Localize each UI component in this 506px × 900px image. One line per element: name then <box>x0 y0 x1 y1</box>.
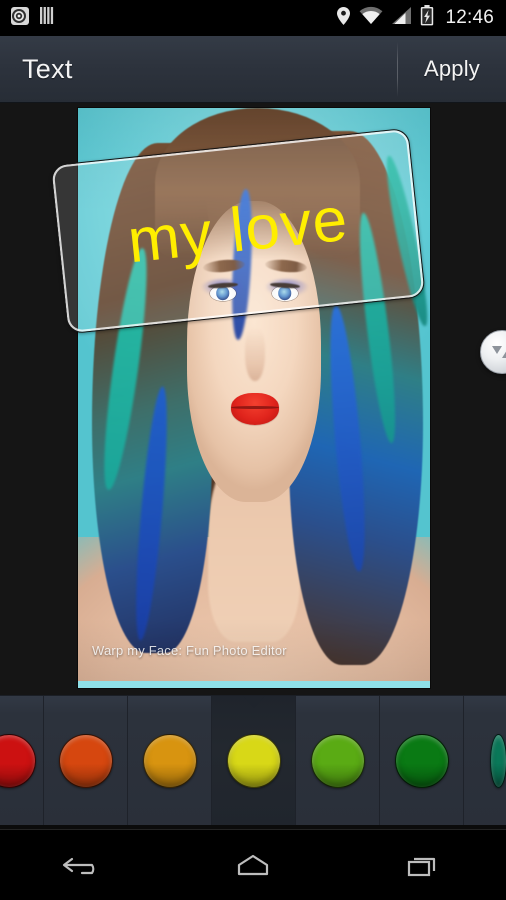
color-red[interactable] <box>0 734 36 788</box>
photo-frame: Warp my Face: Fun Photo Editor my love <box>50 108 506 688</box>
status-bar-right-icons: 12:46 <box>336 5 496 31</box>
wifi-icon <box>359 6 383 30</box>
swatch-cell-red[interactable] <box>0 696 44 825</box>
apply-button[interactable]: Apply <box>398 36 506 102</box>
color-orange-red[interactable] <box>58 734 113 788</box>
home-icon <box>237 854 269 876</box>
page-title: Text <box>22 53 73 84</box>
status-bar-clock: 12:46 <box>445 7 494 28</box>
barcode-icon <box>39 6 56 30</box>
app-screen: 12:46 Text Apply Warp my Face: Fun Photo… <box>0 0 506 900</box>
swatch-cell-amber[interactable] <box>128 696 212 825</box>
watermark-label: Warp my Face: Fun Photo Editor <box>92 643 287 658</box>
recents-icon <box>407 857 435 877</box>
editor-canvas[interactable]: Warp my Face: Fun Photo Editor my love <box>0 103 506 695</box>
photo-bottom-band <box>78 681 430 688</box>
color-light-green[interactable] <box>310 734 365 788</box>
color-teal[interactable] <box>490 734 506 788</box>
color-amber[interactable] <box>142 734 197 788</box>
status-bar: 12:46 <box>0 0 506 36</box>
location-pin-icon <box>336 6 351 31</box>
action-bar: Text Apply <box>0 36 506 103</box>
back-arrow-icon <box>63 857 95 875</box>
swatch-cell-teal[interactable] <box>464 696 506 825</box>
color-palette-strip[interactable] <box>0 695 506 825</box>
resize-rotate-handle[interactable] <box>480 330 506 374</box>
color-yellow[interactable] <box>226 734 281 788</box>
swatch-cell-orange-red[interactable] <box>44 696 128 825</box>
swatch-cell-light-green[interactable] <box>296 696 380 825</box>
color-green[interactable] <box>394 734 449 788</box>
cellular-signal-icon <box>391 6 412 30</box>
nav-back-button[interactable] <box>36 834 132 896</box>
status-bar-left-icons <box>10 6 56 31</box>
nav-home-button[interactable] <box>205 834 301 896</box>
camera-app-icon <box>10 6 30 31</box>
swatch-cell-green[interactable] <box>380 696 464 825</box>
resize-arrows-icon <box>492 346 506 358</box>
system-nav-bar <box>0 829 506 900</box>
swatch-cell-yellow[interactable] <box>212 696 296 825</box>
battery-charging-icon <box>420 5 434 31</box>
nav-recents-button[interactable] <box>374 834 470 896</box>
